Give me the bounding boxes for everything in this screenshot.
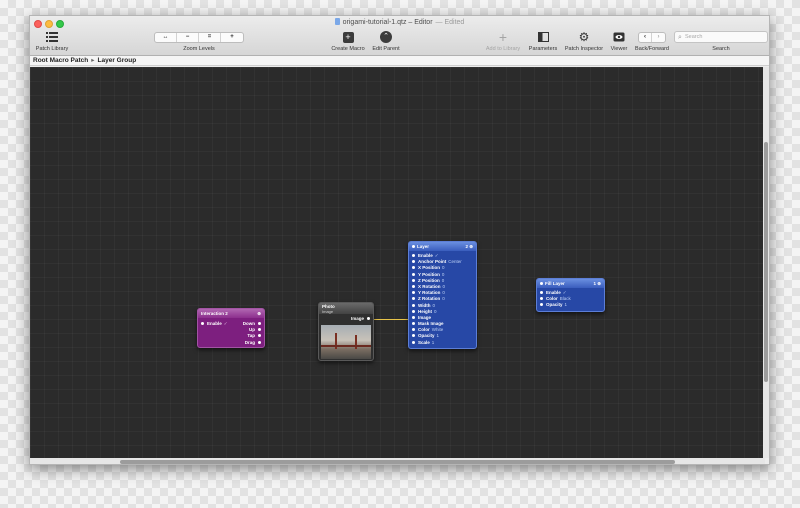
patch-header[interactable]: Photo Image xyxy=(319,303,373,314)
sidebar-panel-icon xyxy=(526,30,560,44)
toolbar: origami-tutorial-1.qtz – Editor — Edited … xyxy=(30,16,769,56)
document-icon xyxy=(334,18,340,25)
patch-header[interactable]: Interaction 2 ⊕ xyxy=(198,309,264,318)
vertical-scroll-thumb[interactable] xyxy=(764,142,768,382)
chevron-left-icon[interactable]: ‹ xyxy=(639,32,652,42)
search-icon: ⌕ xyxy=(678,34,682,41)
viewer-button[interactable]: Viewer xyxy=(608,30,630,52)
create-macro-button[interactable]: + Create Macro xyxy=(328,30,368,52)
zoom-levels-control[interactable]: ↔ − = + Zoom Levels xyxy=(154,30,244,52)
zoom-actual-button[interactable]: = xyxy=(199,32,221,42)
output-port[interactable]: Image xyxy=(348,316,373,322)
plus-icon: + xyxy=(498,29,508,45)
output-port[interactable]: Drag xyxy=(224,340,264,346)
add-to-library-button[interactable]: + Add to Library xyxy=(482,29,524,52)
chevron-right-icon[interactable]: › xyxy=(652,33,665,42)
vertical-scrollbar[interactable] xyxy=(763,67,769,458)
search-label: Search xyxy=(712,46,730,52)
search-input[interactable]: ⌕ Search xyxy=(674,31,768,43)
list-icon xyxy=(34,30,70,44)
zoom-fit-button[interactable]: ↔ xyxy=(155,32,177,42)
patch-header[interactable]: Layer 2 ⊕ xyxy=(409,242,476,251)
chevron-up-circle-icon: ⌃ xyxy=(380,31,392,43)
input-port[interactable]: Opacity 1 xyxy=(537,302,604,308)
breadcrumb-separator: ▸ xyxy=(91,57,95,64)
fill-layer-patch[interactable]: Fill Layer 1 ⊕ Enable ✓ Color Black Opacit… xyxy=(536,278,605,312)
parameters-button[interactable]: Parameters xyxy=(526,30,560,52)
editor-window: origami-tutorial-1.qtz – Editor — Edited … xyxy=(29,15,770,465)
photo-thumbnail xyxy=(321,325,371,359)
layer-patch[interactable]: Layer 2 ⊕ Enable ✓ Anchor Point Center X P… xyxy=(408,241,477,349)
zoom-in-button[interactable]: + xyxy=(221,33,243,42)
interaction-patch[interactable]: Interaction 2 ⊕ Enable ✓ Down Up Tap Drag xyxy=(197,308,265,348)
patch-library-button[interactable]: Patch Library xyxy=(34,30,70,52)
input-port[interactable]: Scale 1 xyxy=(409,340,476,346)
zoom-out-button[interactable]: − xyxy=(177,32,199,42)
breadcrumb-current[interactable]: Layer Group xyxy=(98,57,137,64)
breadcrumb: Root Macro Patch ▸ Layer Group xyxy=(30,56,769,66)
gear-icon: ⚙ xyxy=(578,30,590,44)
window-title: origami-tutorial-1.qtz – Editor — Edited xyxy=(30,18,769,26)
plus-square-icon: + xyxy=(342,31,354,43)
back-forward-control[interactable]: ‹ › Back/Forward xyxy=(632,30,672,52)
horizontal-scroll-thumb[interactable] xyxy=(120,460,675,464)
breadcrumb-root[interactable]: Root Macro Patch xyxy=(33,57,88,64)
horizontal-scrollbar[interactable] xyxy=(30,458,765,464)
photo-patch[interactable]: Photo Image Image xyxy=(318,302,374,361)
edit-parent-button[interactable]: ⌃ Edit Parent xyxy=(368,30,404,52)
eye-icon xyxy=(608,30,630,44)
patch-canvas[interactable]: Interaction 2 ⊕ Enable ✓ Down Up Tap Drag… xyxy=(30,67,765,458)
connection-wire[interactable] xyxy=(370,319,410,320)
zoom-segmented-control[interactable]: ↔ − = + xyxy=(154,31,244,43)
patch-header[interactable]: Fill Layer 1 ⊕ xyxy=(537,279,604,288)
patch-inspector-button[interactable]: ⚙ Patch Inspector xyxy=(562,30,606,52)
